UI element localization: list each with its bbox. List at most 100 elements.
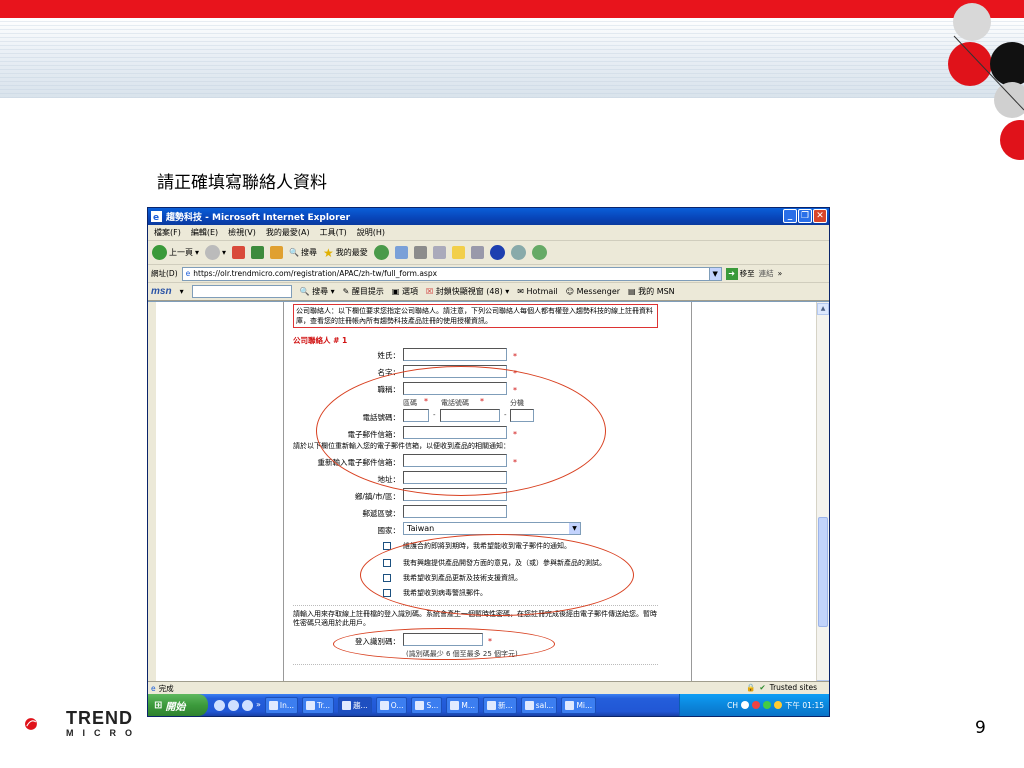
mail-icon[interactable] bbox=[394, 246, 408, 259]
bluetooth-icon[interactable] bbox=[489, 245, 505, 260]
msn-search-input[interactable] bbox=[191, 285, 292, 298]
annotation-ellipse bbox=[333, 628, 555, 660]
contact-header: 公司聯絡人 # 1 bbox=[293, 336, 348, 345]
page-content: 公司聯絡人：以下欄位要求您指定公司聯絡人。請注意，下列公司聯絡人每個人都有權登入… bbox=[148, 301, 829, 693]
print-icon[interactable] bbox=[413, 246, 427, 259]
task-button[interactable]: M... bbox=[446, 696, 480, 714]
task-button[interactable]: 新... bbox=[483, 696, 517, 714]
last-name-label: 姓氏： bbox=[377, 351, 401, 360]
research-icon[interactable] bbox=[470, 246, 484, 259]
app-icon bbox=[342, 700, 352, 710]
tray-icon[interactable] bbox=[763, 701, 771, 709]
favorites-button[interactable]: ★ 我的最愛 bbox=[323, 246, 368, 260]
home-icon[interactable] bbox=[270, 246, 284, 259]
system-tray: CH 下午 01:15 bbox=[679, 694, 829, 716]
popup-blocker-button[interactable]: ☒ 封鎖快顯視窗 (48) ▾ bbox=[426, 286, 509, 297]
address-bar: 網址(D) e https://olr.trendmicro.com/regis… bbox=[148, 265, 829, 283]
app-icon bbox=[565, 700, 575, 710]
contact-notice: 公司聯絡人：以下欄位要求您指定公司聯絡人。請注意，下列公司聯絡人每個人都有權登入… bbox=[293, 304, 658, 328]
hotmail-button[interactable]: ✉ Hotmail bbox=[517, 287, 557, 296]
stop-icon[interactable] bbox=[232, 246, 246, 259]
chevron-right-icon[interactable]: » bbox=[778, 269, 783, 278]
folder-icon bbox=[415, 700, 425, 710]
msn-menu-chevron-icon[interactable]: ▾ bbox=[180, 287, 184, 296]
close-button[interactable]: ✕ bbox=[813, 209, 827, 223]
section-divider bbox=[293, 664, 658, 665]
refresh-icon[interactable] bbox=[251, 246, 265, 259]
scroll-up-icon[interactable]: ▲ bbox=[817, 303, 829, 315]
window-titlebar: e 趨勢科技 - Microsoft Internet Explorer _ ❐… bbox=[148, 208, 829, 225]
msn-search-button[interactable]: 🔍 搜尋 ▾ bbox=[300, 286, 335, 297]
check-icon: ✔ bbox=[759, 683, 766, 692]
task-button[interactable]: 趨... bbox=[338, 696, 372, 714]
msn-options-button[interactable]: ▣ 選項 bbox=[392, 286, 418, 297]
menu-file[interactable]: 檔案(F) bbox=[154, 227, 181, 238]
tray-icon[interactable] bbox=[752, 701, 760, 709]
postal-input[interactable] bbox=[403, 505, 507, 518]
maximize-button[interactable]: ❐ bbox=[798, 209, 812, 223]
back-button[interactable]: 上一頁 ▾ bbox=[152, 245, 199, 260]
app-icon bbox=[379, 700, 389, 710]
minimize-button[interactable]: _ bbox=[783, 209, 797, 223]
status-text: 完成 bbox=[158, 683, 174, 693]
menu-view[interactable]: 檢視(V) bbox=[228, 227, 256, 238]
menu-bar: 檔案(F) 編輯(E) 檢視(V) 我的最愛(A) 工具(T) 說明(H) bbox=[148, 225, 829, 241]
quicklaunch-icon[interactable] bbox=[228, 699, 239, 711]
postal-label: 郵遞區號： bbox=[362, 509, 401, 518]
menu-edit[interactable]: 編輯(E) bbox=[191, 227, 218, 238]
go-button[interactable]: ➜ 移至 bbox=[725, 267, 755, 280]
page-done-icon: e bbox=[151, 683, 156, 693]
vertical-scrollbar[interactable]: ▲ ▼ bbox=[816, 302, 829, 693]
folder-icon[interactable] bbox=[451, 246, 465, 259]
edit-icon[interactable] bbox=[432, 246, 446, 259]
search-button[interactable]: 🔍 搜尋 bbox=[289, 247, 317, 258]
quicklaunch-icon[interactable] bbox=[242, 699, 253, 711]
page-number: 9 bbox=[975, 718, 986, 738]
ie-window: e 趨勢科技 - Microsoft Internet Explorer _ ❐… bbox=[147, 207, 830, 717]
menu-tools[interactable]: 工具(T) bbox=[320, 227, 347, 238]
chevron-down-icon: ▼ bbox=[569, 523, 580, 534]
task-button[interactable]: sal... bbox=[520, 696, 558, 714]
content-left-margin bbox=[148, 302, 156, 693]
last-name-input[interactable] bbox=[403, 348, 507, 361]
window-title: 趨勢科技 - Microsoft Internet Explorer bbox=[166, 213, 351, 223]
menu-favorites[interactable]: 我的最愛(A) bbox=[266, 227, 310, 238]
task-button[interactable]: Tr... bbox=[302, 696, 335, 714]
app-icon bbox=[487, 700, 497, 710]
start-button[interactable]: ⊞ 開始 bbox=[148, 694, 208, 716]
go-arrow-icon: ➜ bbox=[725, 267, 738, 280]
status-bar: e 完成 🔒 ✔ Trusted sites bbox=[148, 681, 829, 694]
app-icon bbox=[450, 700, 460, 710]
svg-text:e: e bbox=[153, 213, 159, 222]
logo-subtext: MICRO bbox=[66, 728, 141, 738]
scroll-thumb[interactable] bbox=[818, 517, 828, 627]
tray-icon[interactable] bbox=[741, 701, 749, 709]
msn-highlight-button[interactable]: ✎ 醒目提示 bbox=[343, 286, 384, 297]
address-url: https://olr.trendmicro.com/registration/… bbox=[193, 269, 438, 278]
address-input[interactable]: e https://olr.trendmicro.com/registratio… bbox=[181, 266, 722, 281]
annotation-ellipse bbox=[360, 534, 634, 616]
my-msn-button[interactable]: ▤ 我的 MSN bbox=[628, 286, 675, 297]
history-icon[interactable] bbox=[373, 245, 389, 260]
chevron-right-icon[interactable]: » bbox=[256, 700, 261, 711]
required-mark: * bbox=[513, 352, 517, 361]
task-button[interactable]: Mi... bbox=[561, 696, 597, 714]
messenger-button[interactable]: ☺ Messenger bbox=[566, 287, 620, 296]
language-indicator[interactable]: CH bbox=[727, 701, 738, 710]
address-dropdown-icon[interactable]: ▼ bbox=[708, 267, 721, 280]
task-button[interactable]: In... bbox=[264, 696, 299, 714]
msn-butterfly-icon[interactable] bbox=[531, 245, 547, 260]
messenger-icon[interactable] bbox=[510, 245, 526, 260]
quicklaunch-icon[interactable] bbox=[214, 699, 225, 711]
slide-top-red-bar bbox=[0, 0, 1024, 18]
forward-button[interactable]: ▾ bbox=[205, 245, 226, 260]
annotation-ellipse bbox=[316, 366, 606, 496]
tray-icon[interactable] bbox=[774, 701, 782, 709]
menu-help[interactable]: 說明(H) bbox=[357, 227, 385, 238]
links-label[interactable]: 連結 bbox=[759, 268, 774, 279]
msn-logo[interactable]: msn bbox=[151, 286, 172, 297]
forward-arrow-icon bbox=[205, 245, 221, 260]
task-button[interactable]: O... bbox=[375, 696, 408, 714]
task-button[interactable]: S... bbox=[411, 696, 443, 714]
ie-logo-icon: e bbox=[151, 211, 162, 222]
